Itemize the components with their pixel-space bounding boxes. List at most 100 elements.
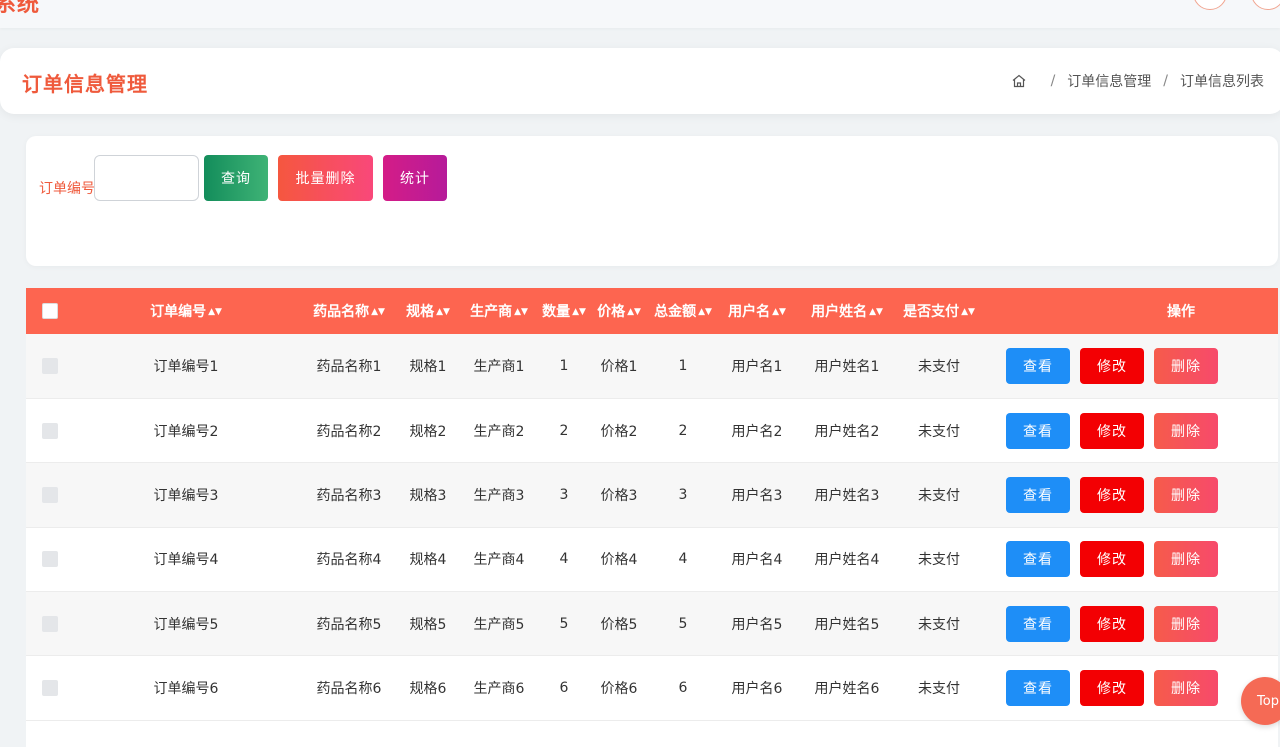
row-actions-cell: 查看 修改 删除 [984,463,1278,527]
cell-maker: 生产商1 [473,358,525,375]
cell-price: 价格3 [600,487,638,504]
cell-qty: 2 [559,422,569,439]
statistics-button[interactable]: 统计 [383,155,447,201]
sort-icon: ▲▼ [961,307,975,317]
delete-button[interactable]: 删除 [1154,605,1218,642]
delete-button[interactable]: 删除 [1154,541,1218,578]
row-select-cell [26,592,74,656]
view-button[interactable]: 查看 [1006,476,1070,513]
order-table: 订单编号 ▲▼ 药品名称 ▲▼ 规格 ▲▼ 生产商 ▲▼ 数量 ▲▼ 价格 ▲▼ 总金额 ▲▼… [26,288,1278,747]
edit-button[interactable]: 修改 [1080,605,1144,642]
view-button[interactable]: 查看 [1006,605,1070,642]
cell-drug: 药品名称3 [316,487,382,504]
cell-paid: 未支付 [918,487,960,504]
row-actions-cell: 查看 修改 删除 [984,334,1278,398]
sort-icon: ▲▼ [627,307,641,317]
row-actions-cell: 查看 修改 删除 [984,527,1278,591]
table-row: 订单编号1 药品名称1 规格1 生产商1 1 价格1 1 用户名1 用户姓名1 未支付 查看 修改 删除 [26,334,1278,399]
column-header-total[interactable]: 总金额 ▲▼ [652,288,714,334]
delete-button[interactable]: 删除 [1154,412,1218,449]
cell-maker: 生产商2 [473,423,525,440]
table-row: 订单编号4 药品名称4 规格4 生产商4 4 价格4 4 用户名4 用户姓名4 未支付 查看 修改 删除 [26,527,1278,592]
view-button[interactable]: 查看 [1006,347,1070,384]
cell-qty: 3 [559,486,569,503]
row-checkbox[interactable] [42,422,58,439]
home-icon[interactable] [1011,73,1027,89]
edit-button[interactable]: 修改 [1080,670,1144,707]
cell-qty: 6 [559,680,569,697]
cell-total: 4 [678,551,688,568]
breadcrumb-item-manage[interactable]: 订单信息管理 [1067,71,1151,91]
table-row: 订单编号3 药品名称3 规格3 生产商3 3 价格3 3 用户名3 用户姓名3 未支付 查看 修改 删除 [26,462,1278,528]
edit-button[interactable]: 修改 [1080,476,1144,513]
cell-drug: 药品名称4 [316,552,382,569]
query-button[interactable]: 查询 [204,155,268,201]
page-title: 订单信息管理 [22,72,148,96]
cell-paid: 未支付 [918,358,960,375]
row-select-cell [26,398,74,462]
page-header: 订单信息管理 / 订单信息管理 / 订单信息列表 [0,48,1280,114]
cell-paid: 未支付 [918,681,960,698]
edit-button[interactable]: 修改 [1080,412,1144,449]
delete-button[interactable]: 删除 [1154,670,1218,707]
sort-icon: ▲▼ [514,307,528,317]
row-actions-cell: 查看 修改 删除 [984,592,1278,656]
cell-paid: 未支付 [918,552,960,569]
column-header-realname[interactable]: 用户姓名 ▲▼ [800,288,894,334]
cell-realname: 用户姓名5 [814,616,880,633]
cell-username: 用户名6 [731,681,783,698]
select-all-checkbox[interactable] [42,303,58,319]
sort-icon: ▲▼ [698,307,712,317]
view-button[interactable]: 查看 [1006,412,1070,449]
column-header-maker[interactable]: 生产商 ▲▼ [456,288,542,334]
user-avatar-button[interactable] [1193,0,1227,10]
edit-button[interactable]: 修改 [1080,347,1144,384]
cell-realname: 用户姓名2 [814,423,880,440]
sort-icon: ▲▼ [208,307,222,317]
cell-order-no: 订单编号6 [153,681,219,698]
row-checkbox[interactable] [42,357,58,374]
row-select-cell [26,656,74,720]
column-header-order-no[interactable]: 订单编号 ▲▼ [74,288,298,334]
top-navbar: 系统 [0,0,1280,28]
cell-username: 用户名2 [731,423,783,440]
row-checkbox[interactable] [42,615,58,632]
edit-button[interactable]: 修改 [1080,541,1144,578]
cell-order-no: 订单编号5 [153,616,219,633]
cell-maker: 生产商5 [473,616,525,633]
row-select-cell [26,334,74,398]
column-header-drug[interactable]: 药品名称 ▲▼ [298,288,400,334]
column-header-paid[interactable]: 是否支付 ▲▼ [894,288,984,334]
column-header-username[interactable]: 用户名 ▲▼ [714,288,800,334]
breadcrumb-separator: / [1163,73,1168,89]
delete-button[interactable]: 删除 [1154,347,1218,384]
column-header-spec[interactable]: 规格 ▲▼ [400,288,456,334]
cell-total: 5 [678,615,688,632]
column-header-qty[interactable]: 数量 ▲▼ [542,288,586,334]
app-brand: 系统 [0,0,41,17]
batch-delete-button[interactable]: 批量删除 [278,155,373,201]
row-actions-cell: 查看 修改 删除 [984,398,1278,462]
breadcrumb-item-list: 订单信息列表 [1180,74,1264,90]
sort-icon: ▲▼ [572,307,586,317]
row-select-cell [26,527,74,591]
cell-drug: 药品名称1 [316,358,382,375]
breadcrumb-separator: / [1050,73,1056,89]
cell-username: 用户名1 [731,358,783,375]
row-checkbox[interactable] [42,551,58,568]
search-panel: 订单编号 查询 批量删除 统计 [26,136,1278,266]
view-button[interactable]: 查看 [1006,541,1070,578]
cell-drug: 药品名称6 [316,681,382,698]
cell-paid: 未支付 [918,423,960,440]
cell-qty: 4 [559,551,569,568]
view-button[interactable]: 查看 [1006,670,1070,707]
row-checkbox[interactable] [42,680,58,697]
sort-icon: ▲▼ [371,307,385,317]
table-row: 订单编号5 药品名称5 规格5 生产商5 5 价格5 5 用户名5 用户姓名5 未支付 查看 修改 删除 [26,591,1278,656]
delete-button[interactable]: 删除 [1154,476,1218,513]
row-checkbox[interactable] [42,486,58,503]
cell-realname: 用户姓名6 [814,681,880,698]
settings-avatar-button[interactable] [1251,0,1280,10]
column-header-price[interactable]: 价格 ▲▼ [586,288,652,334]
order-number-input[interactable] [94,155,199,201]
